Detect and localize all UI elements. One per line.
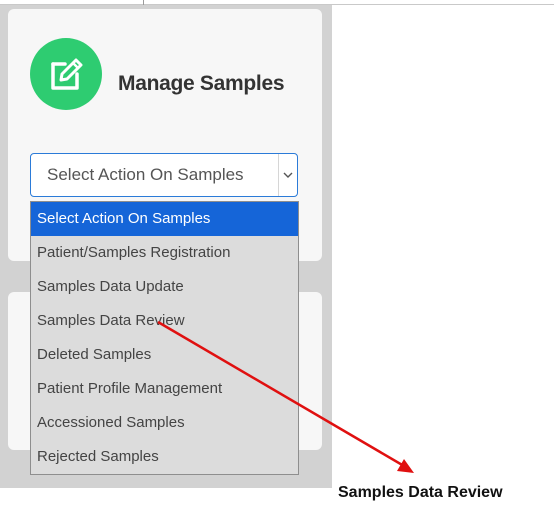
annotation-label: Samples Data Review: [338, 484, 503, 501]
annotation-arrow: [157, 320, 414, 473]
